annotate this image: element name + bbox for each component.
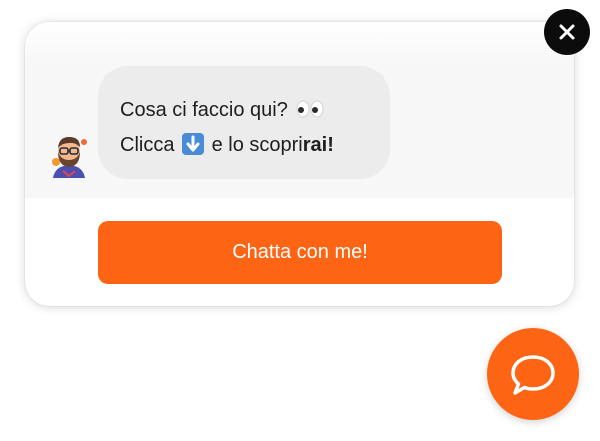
- bearded-man-avatar: [47, 132, 91, 178]
- chat-widget: Cosa ci faccio qui? Clicca e lo scoprira…: [0, 0, 600, 441]
- message-line-1: Cosa ci faccio qui?: [120, 94, 390, 129]
- down-arrow-emoji-icon: [182, 133, 205, 155]
- chat-with-me-button[interactable]: Chatta con me!: [98, 221, 502, 284]
- message-line-1-text: Cosa ci faccio qui?: [120, 99, 288, 121]
- message-line-2-bold: rai!: [302, 134, 334, 156]
- message-area: Cosa ci faccio qui? Clicca e lo scoprira…: [25, 22, 574, 198]
- message-line-2-prefix: Clicca: [120, 134, 175, 156]
- message-bubble: Cosa ci faccio qui? Clicca e lo scoprira…: [98, 66, 390, 179]
- message-line-2: Clicca e lo scoprirai!: [120, 129, 390, 162]
- chat-card: Cosa ci faccio qui? Clicca e lo scoprira…: [25, 22, 574, 306]
- message-line-2-plain: e lo scopri: [211, 134, 303, 156]
- chat-launcher-button[interactable]: [487, 328, 579, 420]
- close-button[interactable]: [544, 9, 590, 55]
- eyes-emoji-icon: [296, 96, 324, 129]
